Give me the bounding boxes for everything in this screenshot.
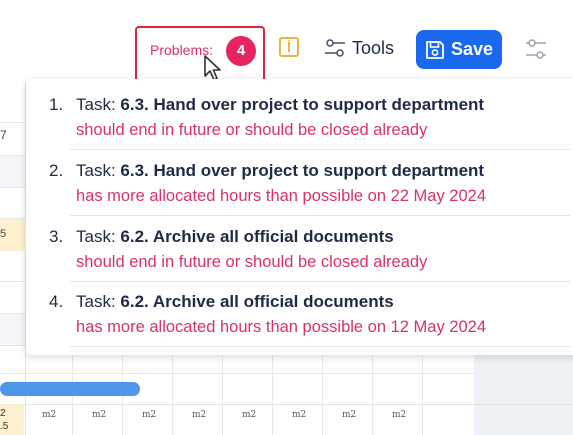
problem-number: 2.	[49, 161, 64, 180]
problems-count-badge: 4	[226, 36, 256, 66]
problem-number: 3.	[49, 227, 64, 246]
bottom-first-value: 2	[0, 408, 6, 419]
problem-task: Task: 6.2. Archive all official document…	[76, 292, 394, 312]
problem-separator	[70, 215, 570, 216]
bottom-row	[0, 404, 573, 435]
tools-button[interactable]: Tools	[324, 34, 394, 62]
problem-number: 1.	[49, 95, 64, 114]
tools-icon	[325, 39, 345, 57]
bottom-cell: m2	[192, 410, 207, 420]
bottom-cell: m2	[42, 410, 57, 420]
problems-button[interactable]: Problems: 4	[135, 26, 265, 83]
problem-task-name: 6.2. Archive all official documents	[120, 227, 394, 246]
problem-message: has more allocated hours than possible o…	[76, 187, 487, 205]
problem-separator	[70, 149, 570, 150]
problem-task: Task: 6.3. Hand over project to support …	[76, 161, 484, 181]
problem-separator	[70, 281, 570, 282]
left-cell: 7	[0, 128, 7, 142]
save-label: Save	[451, 39, 494, 59]
sliders-icon[interactable]	[524, 37, 548, 61]
problem-task: Task: 6.3. Hand over project to support …	[76, 95, 484, 115]
problem-task-name: 6.3. Hand over project to support depart…	[120, 161, 485, 180]
problem-task-prefix: Task:	[76, 95, 121, 114]
problem-separator	[70, 346, 570, 347]
bottom-cell: m2	[342, 410, 357, 420]
problem-message: should end in future or should be closed…	[76, 121, 428, 139]
problem-number: 4.	[49, 292, 64, 311]
problem-task: Task: 6.2. Archive all official document…	[76, 227, 394, 247]
problem-task-prefix: Task:	[76, 227, 121, 246]
bottom-cell: m2	[392, 410, 407, 420]
problem-task-name: 6.2. Archive all official documents	[120, 292, 394, 311]
save-icon	[426, 40, 444, 59]
problems-dropdown: 1. Task: 6.3. Hand over project to suppo…	[26, 79, 573, 355]
bottom-cell: m2	[142, 410, 157, 420]
problem-message: should end in future or should be closed…	[76, 253, 428, 271]
bottom-first-cell: 2 .5	[0, 404, 24, 435]
bottom-cell: m2	[92, 410, 107, 420]
problem-message: has more allocated hours than possible o…	[76, 318, 487, 336]
save-button[interactable]: Save	[416, 30, 502, 69]
bottom-cell: m2	[292, 410, 307, 420]
info-icon[interactable]	[279, 37, 299, 57]
problem-task-prefix: Task:	[76, 292, 121, 311]
tools-label: Tools	[352, 37, 395, 58]
problem-task-name: 6.3. Hand over project to support depart…	[120, 95, 485, 114]
problem-task-prefix: Task:	[76, 161, 121, 180]
left-cell: 5	[0, 228, 7, 240]
task-bar[interactable]	[0, 382, 140, 396]
bottom-cell: m2	[242, 410, 257, 420]
bottom-first-value: .5	[0, 421, 9, 432]
